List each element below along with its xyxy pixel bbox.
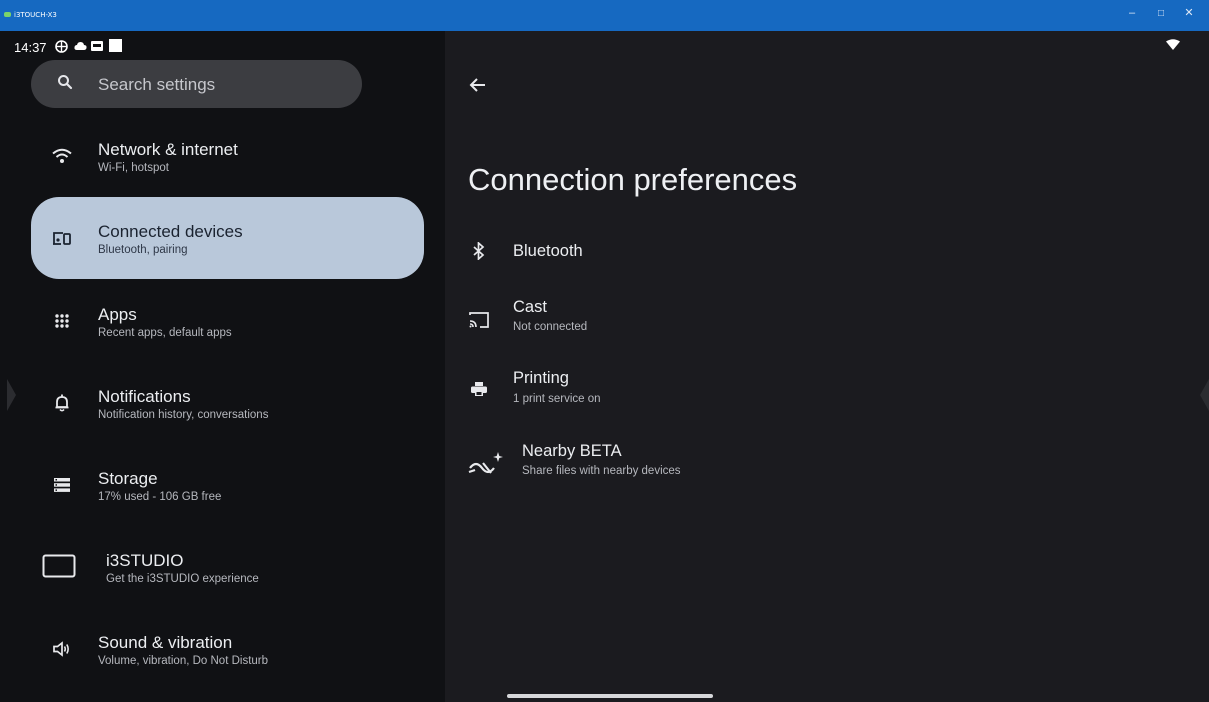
maximize-button[interactable]: □ [1152,8,1170,19]
sidebar-item-title: Connected devices [98,222,243,241]
minimize-button[interactable]: – [1123,8,1141,19]
sidebar-item-subtitle: Volume, vibration, Do Not Disturb [98,655,269,667]
close-button[interactable]: ✕ [1180,8,1198,19]
vpn-globe-icon [55,40,68,55]
sidebar-item-i3studio[interactable]: i3STUDIO Get the i3STUDIO experience [31,526,424,608]
pref-item-subtitle: Not connected [513,321,588,333]
sidebar-item-title: Network & internet [98,140,238,159]
sidebar-item-connected-devices[interactable]: Connected devices Bluetooth, pairing [31,197,424,279]
screen-record-icon [91,41,103,53]
status-wifi-icon [1166,39,1180,52]
pref-item-nearby[interactable]: Nearby BETA Share files with nearby devi… [462,435,1182,495]
pref-item-subtitle: 1 print service on [513,393,601,405]
sidebar-item-apps[interactable]: Apps Recent apps, default apps [31,280,424,362]
sidebar-item-subtitle: 17% used - 106 GB free [98,491,222,503]
pref-item-printing[interactable]: Printing 1 print service on [462,363,1182,423]
sidebar-item-sound[interactable]: Sound & vibration Volume, vibration, Do … [31,608,424,690]
bluetooth-icon [468,240,490,262]
wifi-icon [51,145,73,167]
pref-item-title: Cast [513,298,547,316]
sidebar-item-network[interactable]: Network & internet Wi-Fi, hotspot [31,115,424,197]
search-placeholder: Search settings [98,75,216,94]
search-bar[interactable]: Search settings [31,60,362,108]
back-arrow-icon[interactable] [469,76,489,96]
sidebar-item-storage[interactable]: Storage 17% used - 106 GB free [31,444,424,526]
sidebar-item-subtitle: Recent apps, default apps [98,327,232,339]
devices-icon [51,227,73,249]
sidebar-item-notifications[interactable]: Notifications Notification history, conv… [31,362,424,444]
printer-icon [468,378,490,400]
sidebar-item-subtitle: Wi-Fi, hotspot [98,162,169,174]
nearby-share-icon [467,449,507,477]
sidebar-item-subtitle: Bluetooth, pairing [98,244,188,256]
sidebar-item-title: Storage [98,469,158,488]
left-edge-handle[interactable] [7,379,16,411]
pref-item-title: Printing [513,369,569,387]
tablet-icon [42,553,76,579]
window-title: i3TOUCH-X3 [14,11,57,19]
sidebar-item-title: Sound & vibration [98,633,233,652]
speaker-icon [51,638,73,660]
sidebar-item-title: i3STUDIO [106,551,184,570]
gesture-home-bar[interactable] [507,694,713,698]
pref-item-title: Bluetooth [513,242,583,260]
bell-icon [51,392,73,414]
notification-square-icon [109,39,122,54]
storage-icon [51,474,73,496]
window-titlebar: i3TOUCH-X3 – □ ✕ [0,0,1209,31]
device-screen: 14:37 Search settings Network & internet [7,31,1209,702]
pref-item-subtitle: Share files with nearby devices [522,465,681,477]
sidebar-item-subtitle: Get the i3STUDIO experience [106,573,259,585]
right-edge-handle[interactable] [1200,379,1209,411]
page-title: Connection preferences [468,162,798,197]
cloud-icon [74,41,87,53]
pref-item-bluetooth[interactable]: Bluetooth [462,221,1182,281]
search-icon [57,74,73,90]
sidebar-item-title: Apps [98,305,137,324]
sidebar-item-title: Notifications [98,387,191,406]
pref-item-title: Nearby BETA [522,442,622,460]
apps-grid-icon [51,310,73,332]
app-icon [4,12,11,17]
settings-sidebar: 14:37 Search settings Network & internet [7,31,445,702]
pref-item-cast[interactable]: Cast Not connected [462,291,1182,351]
status-time: 14:37 [14,40,47,55]
cast-icon [468,309,490,331]
sidebar-item-subtitle: Notification history, conversations [98,409,269,421]
